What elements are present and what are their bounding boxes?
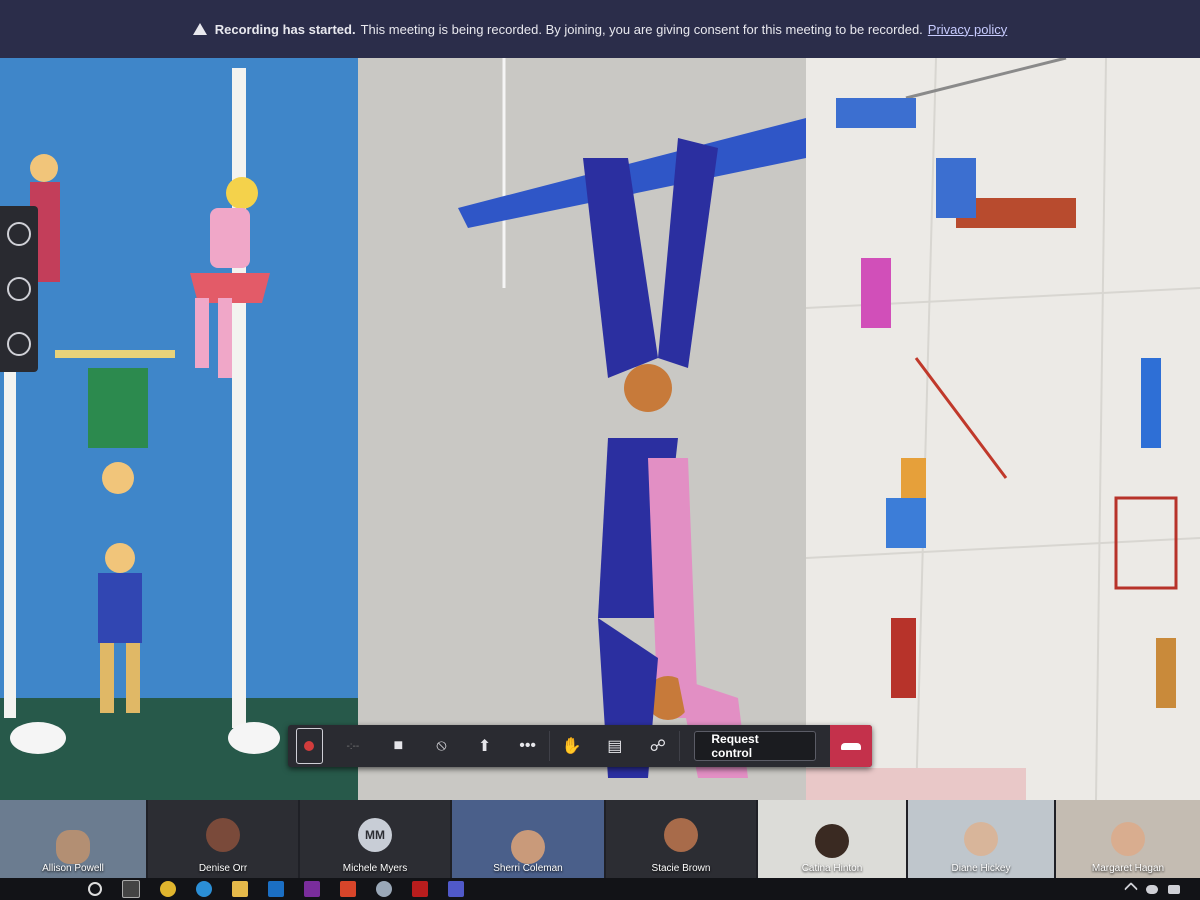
pointer-tool-icon[interactable]	[7, 276, 31, 301]
shared-image-acrobats-center	[358, 58, 806, 800]
shared-image-mobile-right	[806, 58, 1200, 800]
office-icon[interactable]	[340, 881, 356, 897]
participant-tile[interactable]: Catina Hinton	[758, 800, 906, 878]
chat-icon: ▤	[607, 738, 623, 755]
banner-message: This meeting is being recorded. By joini…	[360, 21, 923, 37]
warning-icon	[192, 23, 207, 35]
people-icon: ☍	[649, 738, 666, 755]
onenote-icon[interactable]	[304, 881, 320, 897]
chevron-up-icon[interactable]	[1123, 881, 1139, 897]
share-screen-icon: ⬆	[477, 738, 492, 755]
participant-video	[56, 830, 90, 864]
file-explorer-icon[interactable]	[232, 881, 248, 897]
participant-name: Margaret Hagan	[1091, 863, 1165, 874]
participant-name: Stacie Brown	[651, 863, 711, 874]
participant-video	[1111, 822, 1145, 856]
meeting-timer: -:--	[346, 740, 360, 752]
participant-video	[815, 824, 849, 858]
participant-name: Sherri Coleman	[493, 863, 563, 874]
pdf-reader-icon[interactable]	[412, 881, 428, 897]
search-icon[interactable]	[88, 882, 102, 896]
request-control-button[interactable]: Request control	[694, 731, 816, 761]
chat-button[interactable]: ▤	[593, 725, 636, 767]
participant-tile[interactable]: MM Michele Myers	[300, 800, 450, 878]
toolbar-divider	[679, 731, 681, 761]
hang-up-button[interactable]	[829, 725, 872, 767]
participant-name: Denise Orr	[198, 863, 248, 874]
participant-name: Michele Myers	[342, 863, 408, 874]
participant-tile[interactable]: Stacie Brown	[606, 800, 756, 878]
record-dot-icon	[304, 741, 315, 751]
mute-button[interactable]: ⦸	[420, 725, 463, 767]
app-icon[interactable]	[376, 881, 392, 897]
more-icon: •••	[519, 737, 537, 754]
participant-video	[511, 830, 545, 864]
shared-content: -:-- ■ ⦸ ⬆ ••• ✋ ▤ ☍ Request control	[0, 58, 1200, 800]
participant-tile[interactable]: Margaret Hagan	[1056, 800, 1200, 878]
presenter-side-controls	[0, 206, 38, 372]
participant-name: Diane Hickey	[951, 863, 1011, 874]
teams-icon[interactable]	[448, 881, 464, 897]
participant-tile[interactable]: Diane Hickey	[908, 800, 1054, 878]
task-view-icon[interactable]	[122, 880, 140, 898]
cloud-icon[interactable]	[1146, 884, 1158, 894]
mic-off-icon: ⦸	[436, 737, 447, 754]
avatar	[206, 818, 240, 852]
participants-button[interactable]: ☍	[636, 725, 679, 767]
annotation-tool-icon[interactable]	[7, 221, 31, 246]
chrome-icon[interactable]	[160, 881, 176, 897]
participant-tile[interactable]: Denise Orr	[148, 800, 298, 878]
system-tray	[1123, 881, 1200, 897]
edge-icon[interactable]	[196, 881, 212, 897]
participant-strip: Allison Powell Denise Orr MM Michele Mye…	[0, 800, 1200, 878]
outlook-icon[interactable]	[268, 881, 284, 897]
meeting-toolbar: -:-- ■ ⦸ ⬆ ••• ✋ ▤ ☍ Request control	[288, 725, 872, 767]
participant-tile[interactable]: Allison Powell	[0, 800, 146, 878]
recording-banner: Recording has started. This meeting is b…	[0, 0, 1200, 58]
camera-button[interactable]: ■	[377, 725, 420, 767]
avatar: MM	[358, 818, 392, 852]
pen-tool-icon[interactable]	[7, 332, 31, 357]
share-button[interactable]: ⬆	[463, 725, 506, 767]
avatar	[664, 818, 698, 852]
more-actions-button[interactable]: •••	[506, 725, 549, 767]
raise-hand-button[interactable]: ✋	[550, 725, 593, 767]
participant-name: Allison Powell	[42, 863, 104, 874]
participant-name: Catina Hinton	[801, 863, 863, 874]
recording-indicator[interactable]	[296, 728, 323, 764]
participant-tile[interactable]: Sherri Coleman	[452, 800, 604, 878]
banner-title: Recording has started.	[214, 21, 356, 37]
participant-video	[964, 822, 998, 856]
os-taskbar	[0, 878, 1200, 900]
phone-hangup-icon	[840, 742, 861, 750]
network-icon[interactable]	[1168, 884, 1180, 894]
hand-icon: ✋	[561, 738, 582, 755]
camera-icon: ■	[393, 737, 404, 754]
privacy-policy-link[interactable]: Privacy policy	[928, 22, 1007, 37]
shared-image-acrobats-left	[0, 58, 358, 800]
